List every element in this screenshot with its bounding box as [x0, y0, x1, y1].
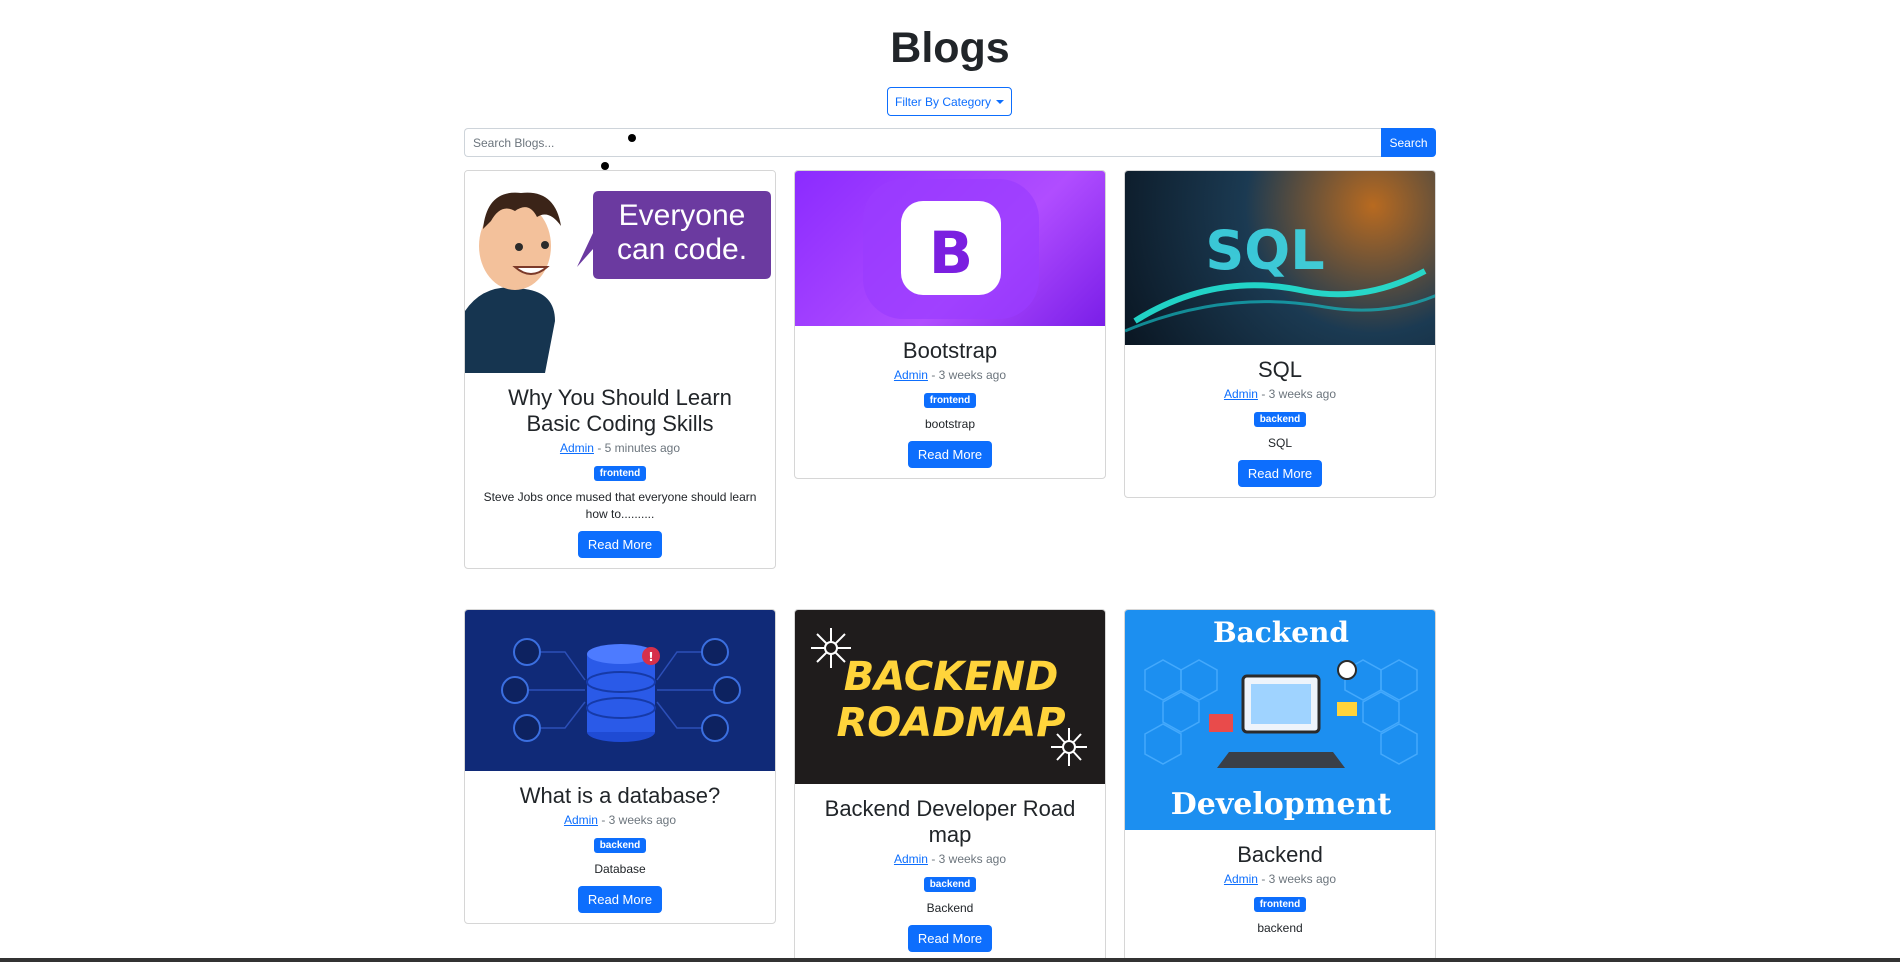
blog-card-title: SQL — [1257, 357, 1303, 382]
blog-card-meta: Admin - 3 weeks ago — [795, 368, 1105, 382]
image-text: Development — [1171, 787, 1392, 822]
category-badge: backend — [593, 838, 647, 853]
author-link[interactable]: Admin — [560, 441, 594, 455]
category-badge: frontend — [593, 466, 647, 481]
post-time: - 3 weeks ago — [601, 813, 677, 827]
blog-card-title: Backend Developer Road map — [824, 796, 1076, 847]
author-link[interactable]: Admin — [894, 852, 928, 866]
post-time: - 3 weeks ago — [1261, 387, 1337, 401]
page-title: Blogs — [890, 24, 1010, 72]
blog-card-description: Backend — [926, 901, 974, 915]
category-badge: backend — [923, 877, 977, 892]
read-more-button[interactable]: Read More — [577, 531, 663, 558]
blog-card: ! What is a database? Admin - 3 weeks ag… — [464, 609, 776, 924]
blog-card-title: What is a database? — [519, 783, 721, 808]
image-text: ROADMAP — [836, 700, 1065, 746]
post-time: - 5 minutes ago — [597, 441, 681, 455]
blog-card-description: backend — [1257, 921, 1303, 935]
blog-card-image: ! — [465, 610, 775, 771]
svg-text:!: ! — [648, 650, 653, 664]
post-time: - 3 weeks ago — [1261, 872, 1337, 886]
blog-card-meta: Admin - 5 minutes ago — [465, 441, 775, 455]
image-text: Everyone — [619, 199, 746, 232]
post-time: - 3 weeks ago — [931, 852, 1007, 866]
category-badge: frontend — [923, 393, 977, 408]
read-more-button[interactable]: Read More — [1237, 460, 1323, 487]
image-text: SQL — [1205, 219, 1324, 282]
blog-card-image: Backend Development — [1125, 610, 1435, 830]
blog-card: Everyone can code. Why You Should Learn … — [464, 170, 776, 569]
blog-card: SQL SQL Admin - 3 weeks ago backend SQL … — [1124, 170, 1436, 498]
filter-label: Filter By Category — [894, 94, 992, 109]
read-more-button[interactable]: Read More — [907, 441, 993, 468]
blog-card-image: BACKEND ROADMAP — [795, 610, 1105, 784]
blog-card-image: Everyone can code. — [465, 171, 775, 373]
category-badge: frontend — [1253, 897, 1307, 912]
author-link[interactable]: Admin — [1224, 872, 1258, 886]
bottom-border — [0, 958, 1900, 962]
blog-card-description: SQL — [1267, 436, 1292, 450]
blog-card: Backend Development Backend Admin - 3 we… — [1124, 609, 1436, 961]
blog-card-title: Why You Should Learn Basic Coding Skills — [508, 385, 732, 436]
blog-card-title: Backend — [1237, 842, 1323, 867]
author-link[interactable]: Admin — [894, 368, 928, 382]
cursor-dot — [601, 162, 609, 170]
image-text: Backend — [1213, 616, 1349, 649]
image-text: B — [929, 219, 973, 287]
read-more-button[interactable]: Read More — [577, 886, 663, 913]
post-time: - 3 weeks ago — [931, 368, 1007, 382]
category-badge: backend — [1253, 412, 1307, 427]
blog-card-description: Database — [594, 862, 646, 876]
blog-card: B Bootstrap Admin - 3 weeks ago frontend… — [794, 170, 1106, 479]
blog-card-meta: Admin - 3 weeks ago — [1125, 872, 1435, 886]
image-text: can code. — [617, 233, 747, 266]
author-link[interactable]: Admin — [1224, 387, 1258, 401]
blog-card-description: bootstrap — [924, 417, 976, 431]
blog-card-image: SQL — [1125, 171, 1435, 345]
blog-card-description: Steve Jobs once mused that everyone shou… — [483, 490, 757, 521]
search-button[interactable]: Search — [1381, 128, 1436, 157]
search-form: Search — [464, 128, 1436, 157]
blog-card-meta: Admin - 3 weeks ago — [795, 852, 1105, 866]
blog-card-meta: Admin - 3 weeks ago — [465, 813, 775, 827]
search-input[interactable] — [464, 128, 1381, 157]
caret-down-icon — [996, 99, 1005, 104]
read-more-button[interactable]: Read More — [907, 925, 993, 952]
filter-by-category-dropdown[interactable]: Filter By Category — [887, 87, 1012, 116]
image-text: BACKEND — [844, 654, 1059, 700]
blog-card-image: B — [795, 171, 1105, 326]
blog-card: BACKEND ROADMAP Backend Developer Road m… — [794, 609, 1106, 962]
blog-card-title: Bootstrap — [902, 338, 998, 363]
author-link[interactable]: Admin — [564, 813, 598, 827]
cursor-dot — [628, 134, 636, 142]
blog-card-meta: Admin - 3 weeks ago — [1125, 387, 1435, 401]
